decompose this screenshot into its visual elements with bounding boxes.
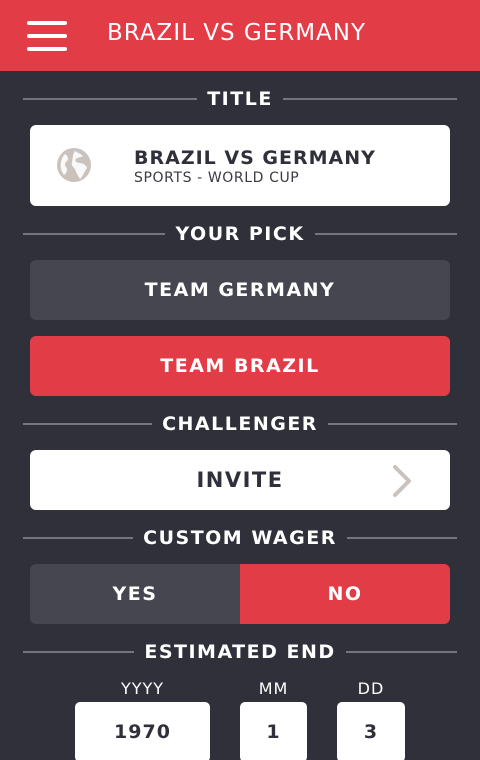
divider: [345, 651, 457, 653]
divider: [346, 537, 457, 539]
section-label-your-pick: YOUR PICK: [175, 223, 305, 245]
section-label-custom-wager: CUSTOM WAGER: [143, 527, 337, 549]
chevron-right-icon: [393, 465, 411, 497]
divider: [314, 233, 458, 235]
divider: [23, 423, 153, 425]
day-input[interactable]: 3: [337, 702, 405, 760]
month-input[interactable]: 1: [240, 702, 307, 760]
day-label: DD: [357, 679, 385, 698]
invite-label: INVITE: [196, 468, 284, 492]
wager-yes-option[interactable]: YES: [30, 564, 240, 624]
section-header-custom-wager: CUSTOM WAGER: [23, 523, 457, 553]
globe-icon: [57, 148, 91, 182]
section-label-estimated-end: ESTIMATED END: [144, 641, 336, 663]
title-card-subtitle: SPORTS - WORLD CUP: [134, 170, 300, 186]
top-bar: BRAZIL VS GERMANY: [0, 0, 480, 71]
custom-wager-toggle: YES NO: [30, 564, 450, 624]
title-card[interactable]: BRAZIL VS GERMANY SPORTS - WORLD CUP: [30, 125, 450, 206]
month-label: MM: [258, 679, 289, 698]
pick-team-brazil-button[interactable]: TEAM BRAZIL: [30, 336, 450, 396]
pick-team-germany-button[interactable]: TEAM GERMANY: [30, 260, 450, 320]
hamburger-menu-icon[interactable]: [27, 21, 67, 51]
divider: [23, 651, 135, 653]
section-header-your-pick: YOUR PICK: [23, 219, 458, 249]
divider: [327, 423, 458, 425]
divider: [23, 233, 166, 235]
divider: [282, 98, 458, 100]
wager-no-option[interactable]: NO: [240, 564, 450, 624]
year-label: YYYY: [120, 679, 165, 698]
page-title: BRAZIL VS GERMANY: [107, 20, 367, 46]
divider: [23, 537, 134, 539]
section-header-challenger: CHALLENGER: [23, 409, 458, 439]
section-label-challenger: CHALLENGER: [162, 413, 318, 435]
section-header-estimated-end: ESTIMATED END: [23, 637, 457, 667]
divider: [23, 98, 198, 100]
title-card-name: BRAZIL VS GERMANY: [134, 147, 376, 169]
section-header-title: TITLE: [23, 84, 458, 114]
year-input[interactable]: 1970: [75, 702, 210, 760]
section-label-title: TITLE: [207, 88, 273, 110]
invite-button[interactable]: INVITE: [30, 450, 450, 510]
